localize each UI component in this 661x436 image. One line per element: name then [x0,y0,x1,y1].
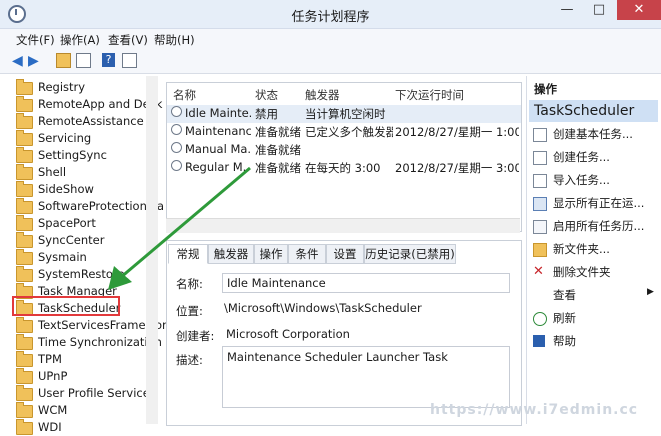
watermark: https://www.i7edmin.cc [430,402,639,418]
pointer-arrow [108,166,251,290]
